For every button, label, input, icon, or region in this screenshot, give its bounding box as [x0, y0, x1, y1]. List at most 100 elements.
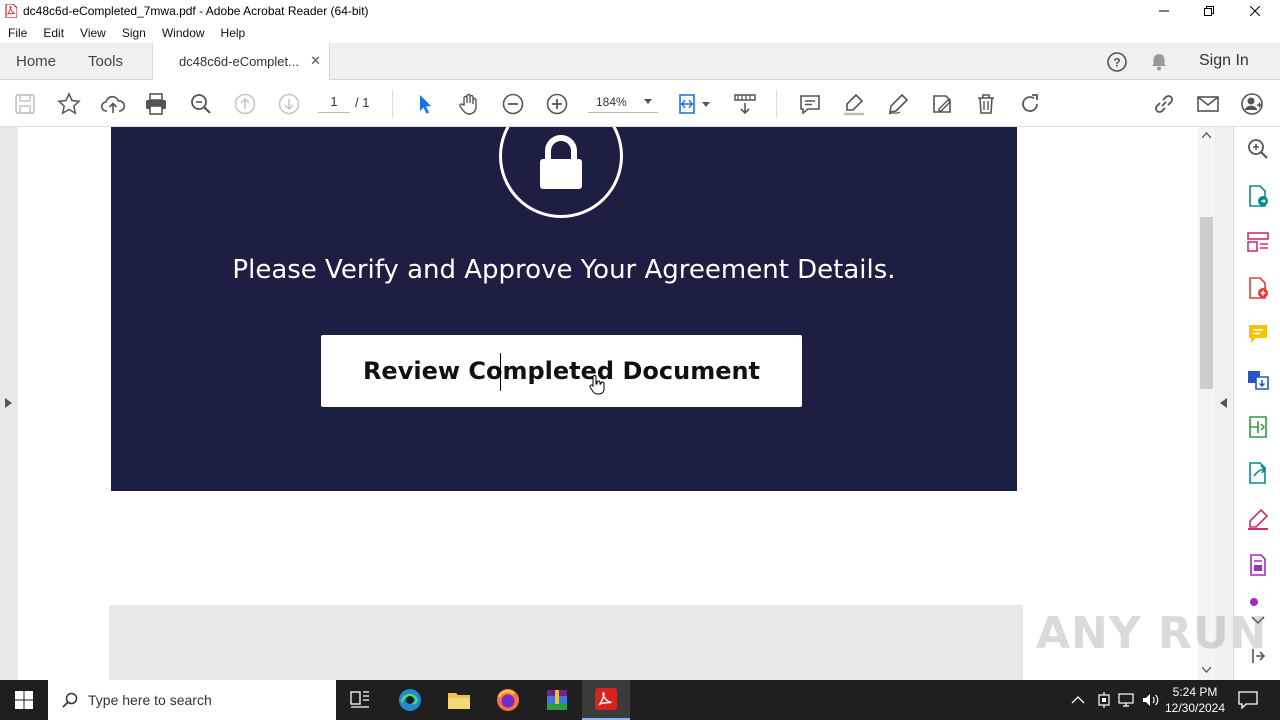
- print-button[interactable]: [144, 92, 168, 116]
- document-banner: Please Verify and Approve Your Agreement…: [111, 127, 1017, 491]
- delete-button[interactable]: [974, 92, 998, 116]
- scrollbar-thumb[interactable]: [1200, 217, 1213, 389]
- zoom-out-button[interactable]: [501, 92, 525, 116]
- menu-window[interactable]: Window: [154, 26, 213, 40]
- fill-sign-button[interactable]: [930, 92, 954, 116]
- acrobat-taskbar-button[interactable]: [582, 680, 630, 720]
- edge-taskbar-button[interactable]: [386, 680, 434, 720]
- tools-pane: [1233, 127, 1280, 680]
- tab-tools[interactable]: Tools: [88, 43, 123, 80]
- winrar-icon: [547, 690, 567, 710]
- edit-pdf-icon[interactable]: [1246, 415, 1270, 439]
- network-icon[interactable]: [1118, 692, 1136, 708]
- add-people-button[interactable]: [1240, 92, 1264, 116]
- next-page-button[interactable]: [277, 92, 301, 116]
- fit-page-button[interactable]: [677, 92, 713, 116]
- toolbar-divider: [392, 90, 393, 118]
- device-icon[interactable]: [1096, 692, 1112, 708]
- hand-tool-button[interactable]: [457, 92, 481, 116]
- hand-icon: [459, 93, 477, 115]
- tab-bar: Home Tools dc48c6d-eComplet... ✕ ? Sign …: [0, 43, 1280, 81]
- rotate-button[interactable]: [1018, 92, 1042, 116]
- left-panel-toggle[interactable]: [0, 127, 18, 680]
- more-tools-icon[interactable]: [1246, 597, 1270, 607]
- tab-home[interactable]: Home: [16, 43, 56, 80]
- draw-button[interactable]: [886, 92, 910, 116]
- pdf-page: Please Verify and Approve Your Agreement…: [18, 127, 1198, 680]
- printer-icon: [146, 93, 166, 115]
- upload-button[interactable]: [101, 92, 125, 116]
- notification-bell-icon[interactable]: [1149, 52, 1169, 72]
- menu-sign[interactable]: Sign: [114, 26, 154, 40]
- email-button[interactable]: [1196, 92, 1220, 116]
- scroll-down-icon[interactable]: [1202, 667, 1211, 673]
- chevron-right-icon: [5, 398, 12, 408]
- file-explorer-button[interactable]: [435, 680, 483, 720]
- volume-icon[interactable]: [1142, 692, 1160, 708]
- vertical-scrollbar[interactable]: [1198, 127, 1215, 680]
- restore-button[interactable]: [1186, 0, 1232, 22]
- export-pdf-icon[interactable]: [1246, 184, 1270, 208]
- zoom-in-button[interactable]: [545, 92, 569, 116]
- fill-sign-tool-icon[interactable]: [1246, 507, 1270, 531]
- organize-pages-icon[interactable]: [1246, 230, 1270, 254]
- rotate-icon: [1022, 94, 1038, 112]
- share-link-button[interactable]: [1152, 92, 1176, 116]
- highlight-button[interactable]: [842, 92, 866, 116]
- menu-view[interactable]: View: [72, 26, 114, 40]
- chevron-down-icon: [644, 99, 652, 104]
- comment-tool-icon[interactable]: [1246, 322, 1270, 346]
- minimize-button[interactable]: [1141, 0, 1187, 22]
- page-number-input[interactable]: [318, 91, 350, 113]
- notifications-icon[interactable]: [1238, 691, 1258, 709]
- svg-text:?: ?: [1113, 56, 1120, 70]
- firefox-icon: [497, 689, 519, 711]
- bookmark-button[interactable]: [57, 92, 81, 116]
- close-window-button[interactable]: [1232, 0, 1278, 22]
- start-button[interactable]: [0, 680, 48, 720]
- help-icon[interactable]: ?: [1106, 51, 1128, 73]
- zoom-search-icon: [191, 94, 211, 114]
- acrobat-file-icon: [5, 4, 17, 18]
- zoom-value: 184%: [596, 95, 627, 109]
- fit-page-icon: [679, 94, 710, 114]
- previous-page-button[interactable]: [233, 92, 257, 116]
- close-tab-icon[interactable]: ✕: [310, 53, 321, 69]
- watermark: ANY RUN: [1036, 608, 1268, 659]
- scrolling-mode-button[interactable]: [733, 92, 757, 116]
- firefox-taskbar-button[interactable]: [484, 680, 532, 720]
- menu-edit[interactable]: Edit: [35, 26, 72, 40]
- task-view-button[interactable]: [336, 680, 384, 720]
- comment-button[interactable]: [798, 92, 822, 116]
- document-viewport[interactable]: Please Verify and Approve Your Agreement…: [0, 127, 1233, 680]
- menu-file[interactable]: File: [0, 26, 35, 40]
- system-clock[interactable]: 5:24 PM 12/30/2024: [1160, 684, 1230, 716]
- create-pdf-icon[interactable]: [1246, 276, 1270, 300]
- toolbar: / 1 184%: [0, 80, 1280, 127]
- minus-circle-icon: [502, 93, 524, 115]
- find-button[interactable]: [189, 92, 213, 116]
- chevron-up-icon[interactable]: [1071, 695, 1085, 704]
- right-panel-toggle[interactable]: [1215, 127, 1233, 680]
- edge-icon: [399, 689, 421, 711]
- window-title: dc48c6d-eCompleted_7mwa.pdf - Adobe Acro…: [23, 4, 369, 18]
- comment-icon: [800, 95, 820, 115]
- taskbar-search[interactable]: Type here to search: [48, 680, 336, 720]
- winrar-taskbar-button[interactable]: [533, 680, 581, 720]
- convert-icon[interactable]: [1246, 368, 1270, 392]
- menu-help[interactable]: Help: [213, 26, 254, 40]
- send-for-review-icon[interactable]: [1246, 461, 1270, 485]
- task-view-icon: [350, 691, 369, 708]
- sign-in-link[interactable]: Sign In: [1199, 52, 1249, 70]
- padlock-icon: [540, 135, 582, 189]
- scroll-up-icon[interactable]: [1202, 132, 1211, 138]
- select-tool-button[interactable]: [413, 92, 437, 116]
- review-document-button[interactable]: Review Completed Document: [321, 335, 802, 407]
- zoom-select[interactable]: 184%: [588, 91, 658, 113]
- highlighter-icon: [844, 93, 864, 116]
- star-icon: [57, 92, 81, 115]
- tab-document[interactable]: dc48c6d-eComplet... ✕: [152, 43, 330, 81]
- search-zoom-icon[interactable]: [1246, 137, 1270, 161]
- save-button[interactable]: [13, 92, 37, 116]
- protect-icon[interactable]: [1246, 553, 1270, 577]
